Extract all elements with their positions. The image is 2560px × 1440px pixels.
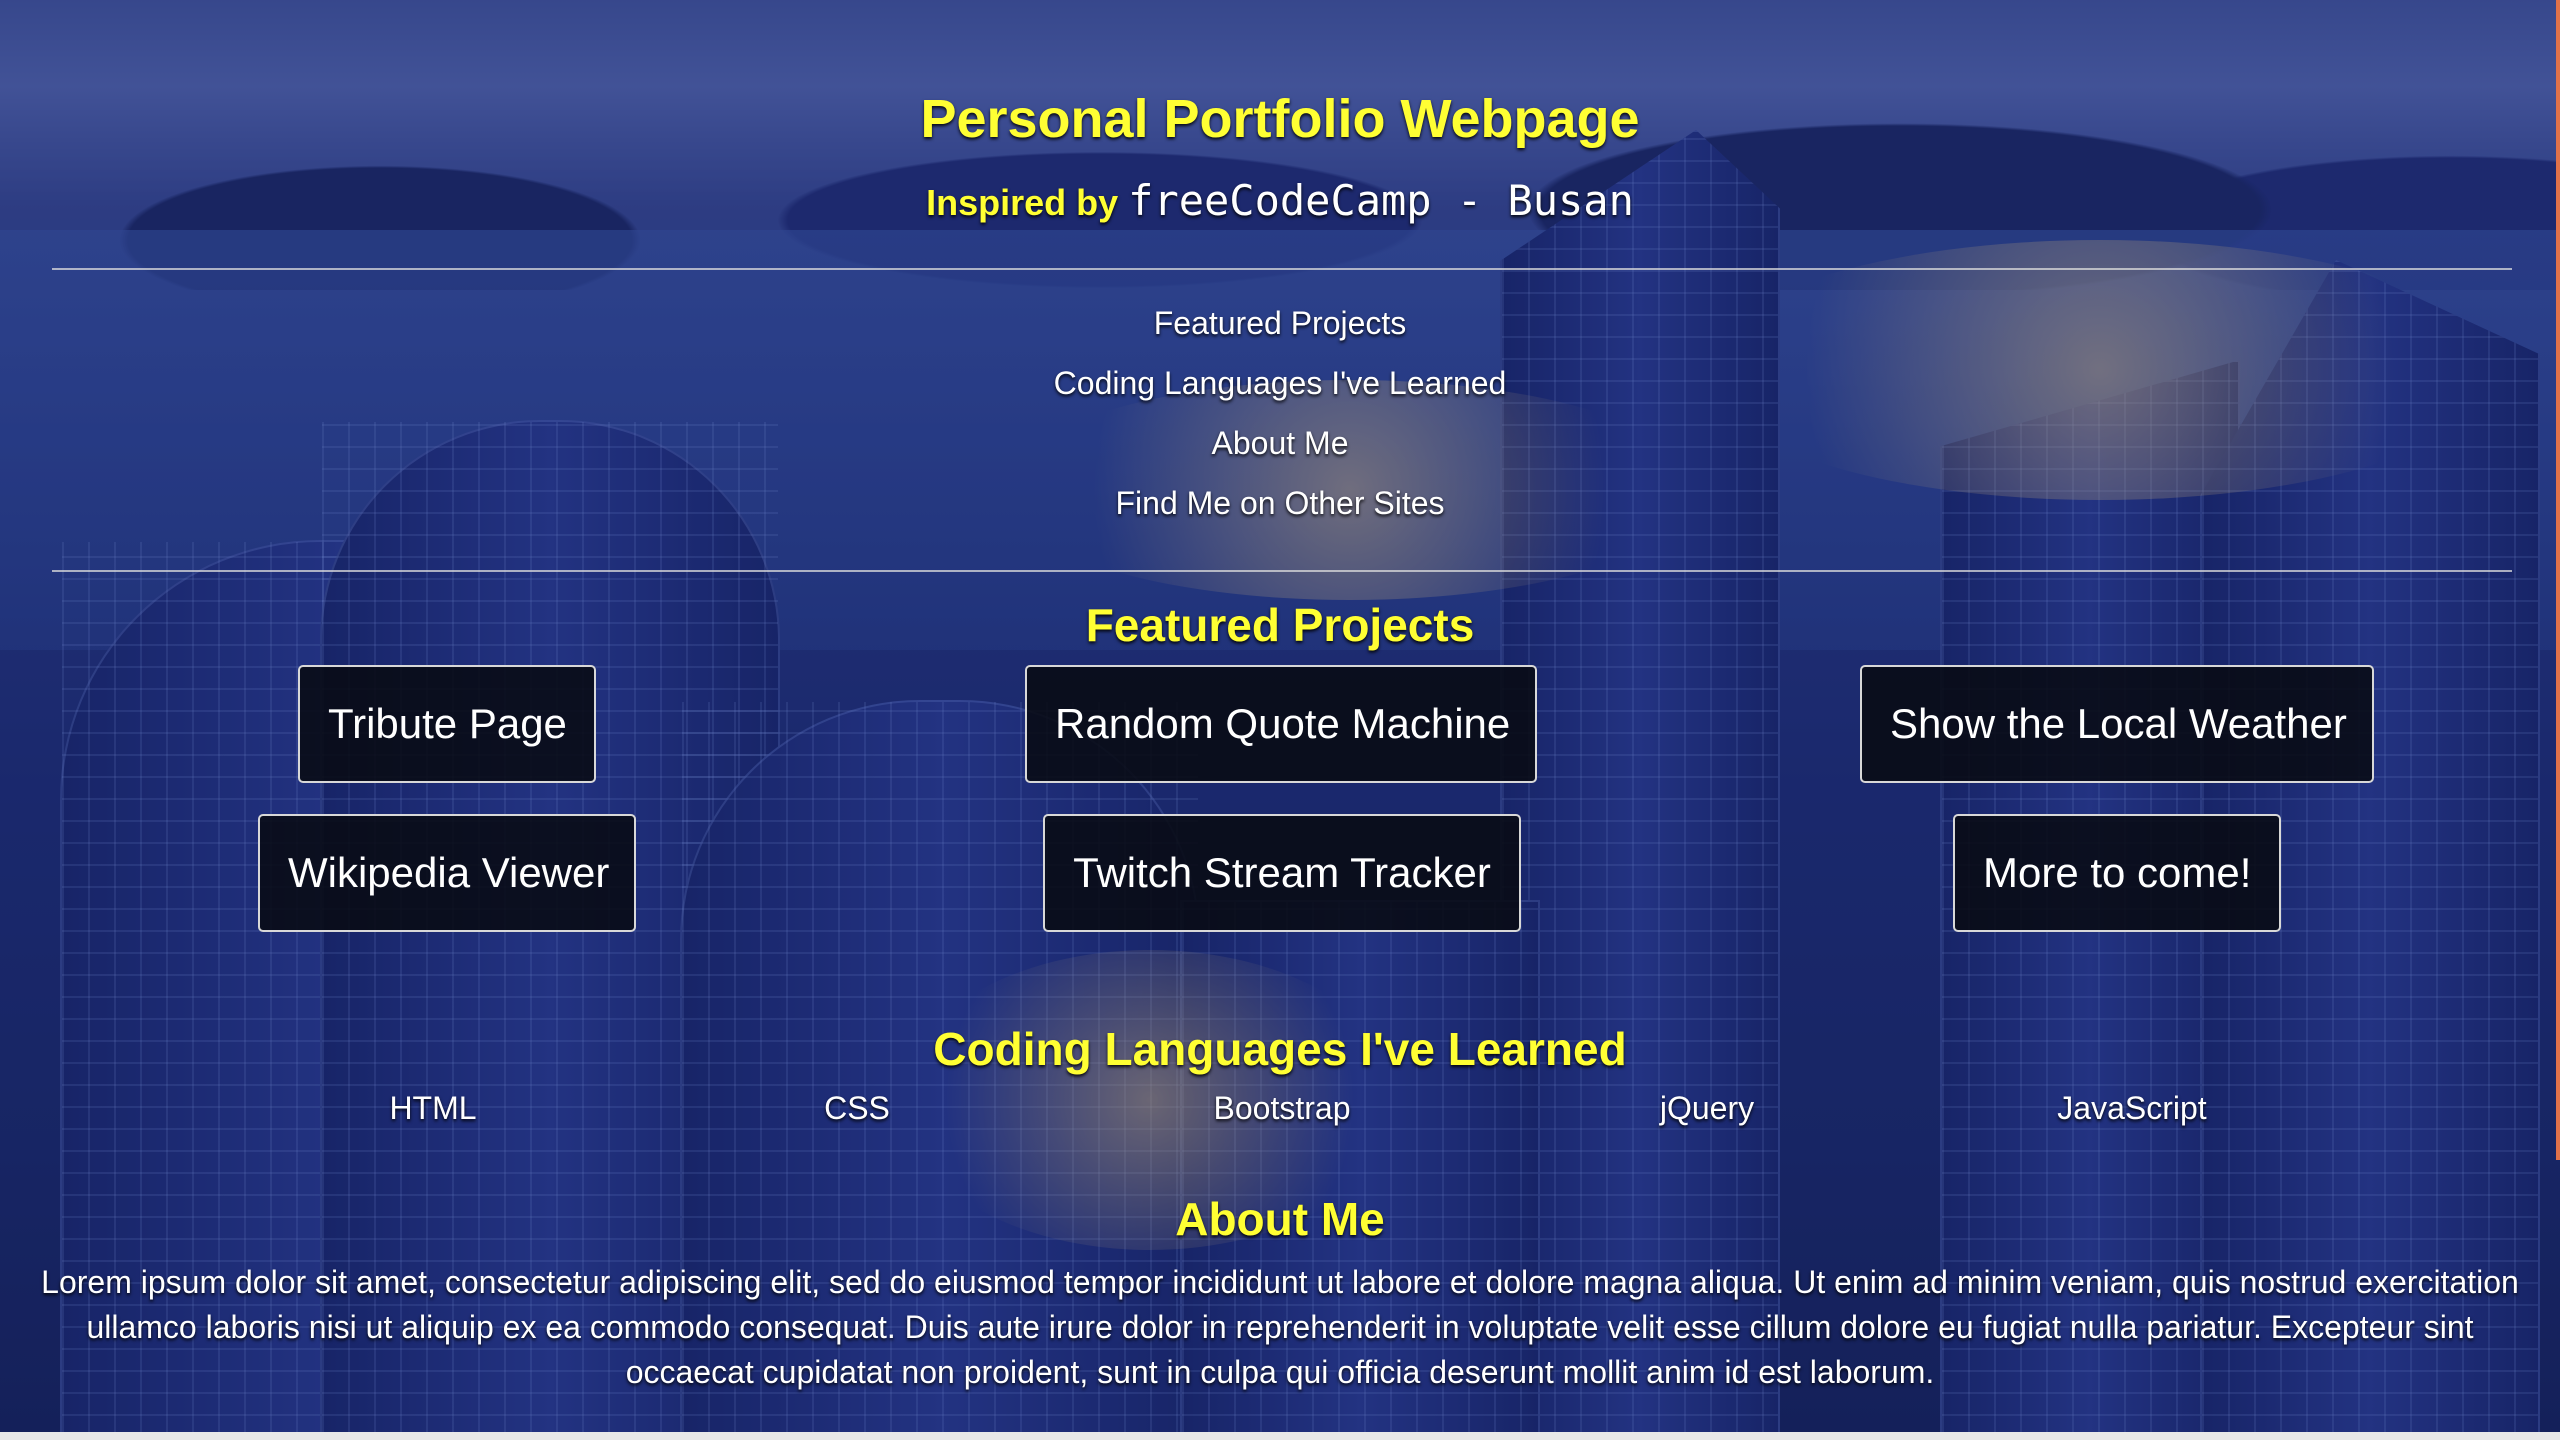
bottom-edge: [0, 1432, 2560, 1440]
nav-link-other-sites[interactable]: Find Me on Other Sites: [0, 480, 2560, 540]
about-me-heading: About Me: [1175, 1193, 1385, 1245]
coding-languages-heading: Coding Languages I've Learned: [933, 1023, 1627, 1075]
language-item: CSS: [824, 1090, 890, 1126]
project-button-wikipedia-viewer[interactable]: Wikipedia Viewer: [258, 814, 636, 932]
section-nav: Featured Projects Coding Languages I've …: [0, 300, 2560, 540]
language-item: jQuery: [1659, 1090, 1755, 1126]
project-button-local-weather[interactable]: Show the Local Weather: [1860, 665, 2374, 783]
project-button-more-to-come[interactable]: More to come!: [1953, 814, 2281, 932]
language-item: JavaScript: [2057, 1090, 2207, 1126]
portfolio-page: Personal Portfolio Webpage Inspired by f…: [0, 0, 2560, 1432]
nav-link-about-me[interactable]: About Me: [0, 420, 2560, 480]
subtitle-prefix: Inspired by: [926, 182, 1119, 223]
language-item: HTML: [389, 1090, 477, 1126]
nav-link-featured-projects[interactable]: Featured Projects: [0, 300, 2560, 360]
project-button-tribute-page[interactable]: Tribute Page: [298, 665, 596, 783]
top-divider: [52, 268, 2512, 270]
page-title: Personal Portfolio Webpage: [920, 89, 1640, 149]
project-button-random-quote[interactable]: Random Quote Machine: [1025, 665, 1537, 783]
about-me-text: Lorem ipsum dolor sit amet, consectetur …: [41, 1264, 2519, 1390]
nav-divider: [52, 570, 2512, 572]
project-button-twitch-tracker[interactable]: Twitch Stream Tracker: [1043, 814, 1521, 932]
page-subtitle: Inspired by freeCodeCamp - Busan: [0, 176, 2560, 225]
nav-link-coding-languages[interactable]: Coding Languages I've Learned: [0, 360, 2560, 420]
language-item: Bootstrap: [1213, 1090, 1351, 1126]
featured-projects-heading: Featured Projects: [1085, 599, 1475, 651]
subtitle-code: freeCodeCamp - Busan: [1128, 176, 1634, 225]
